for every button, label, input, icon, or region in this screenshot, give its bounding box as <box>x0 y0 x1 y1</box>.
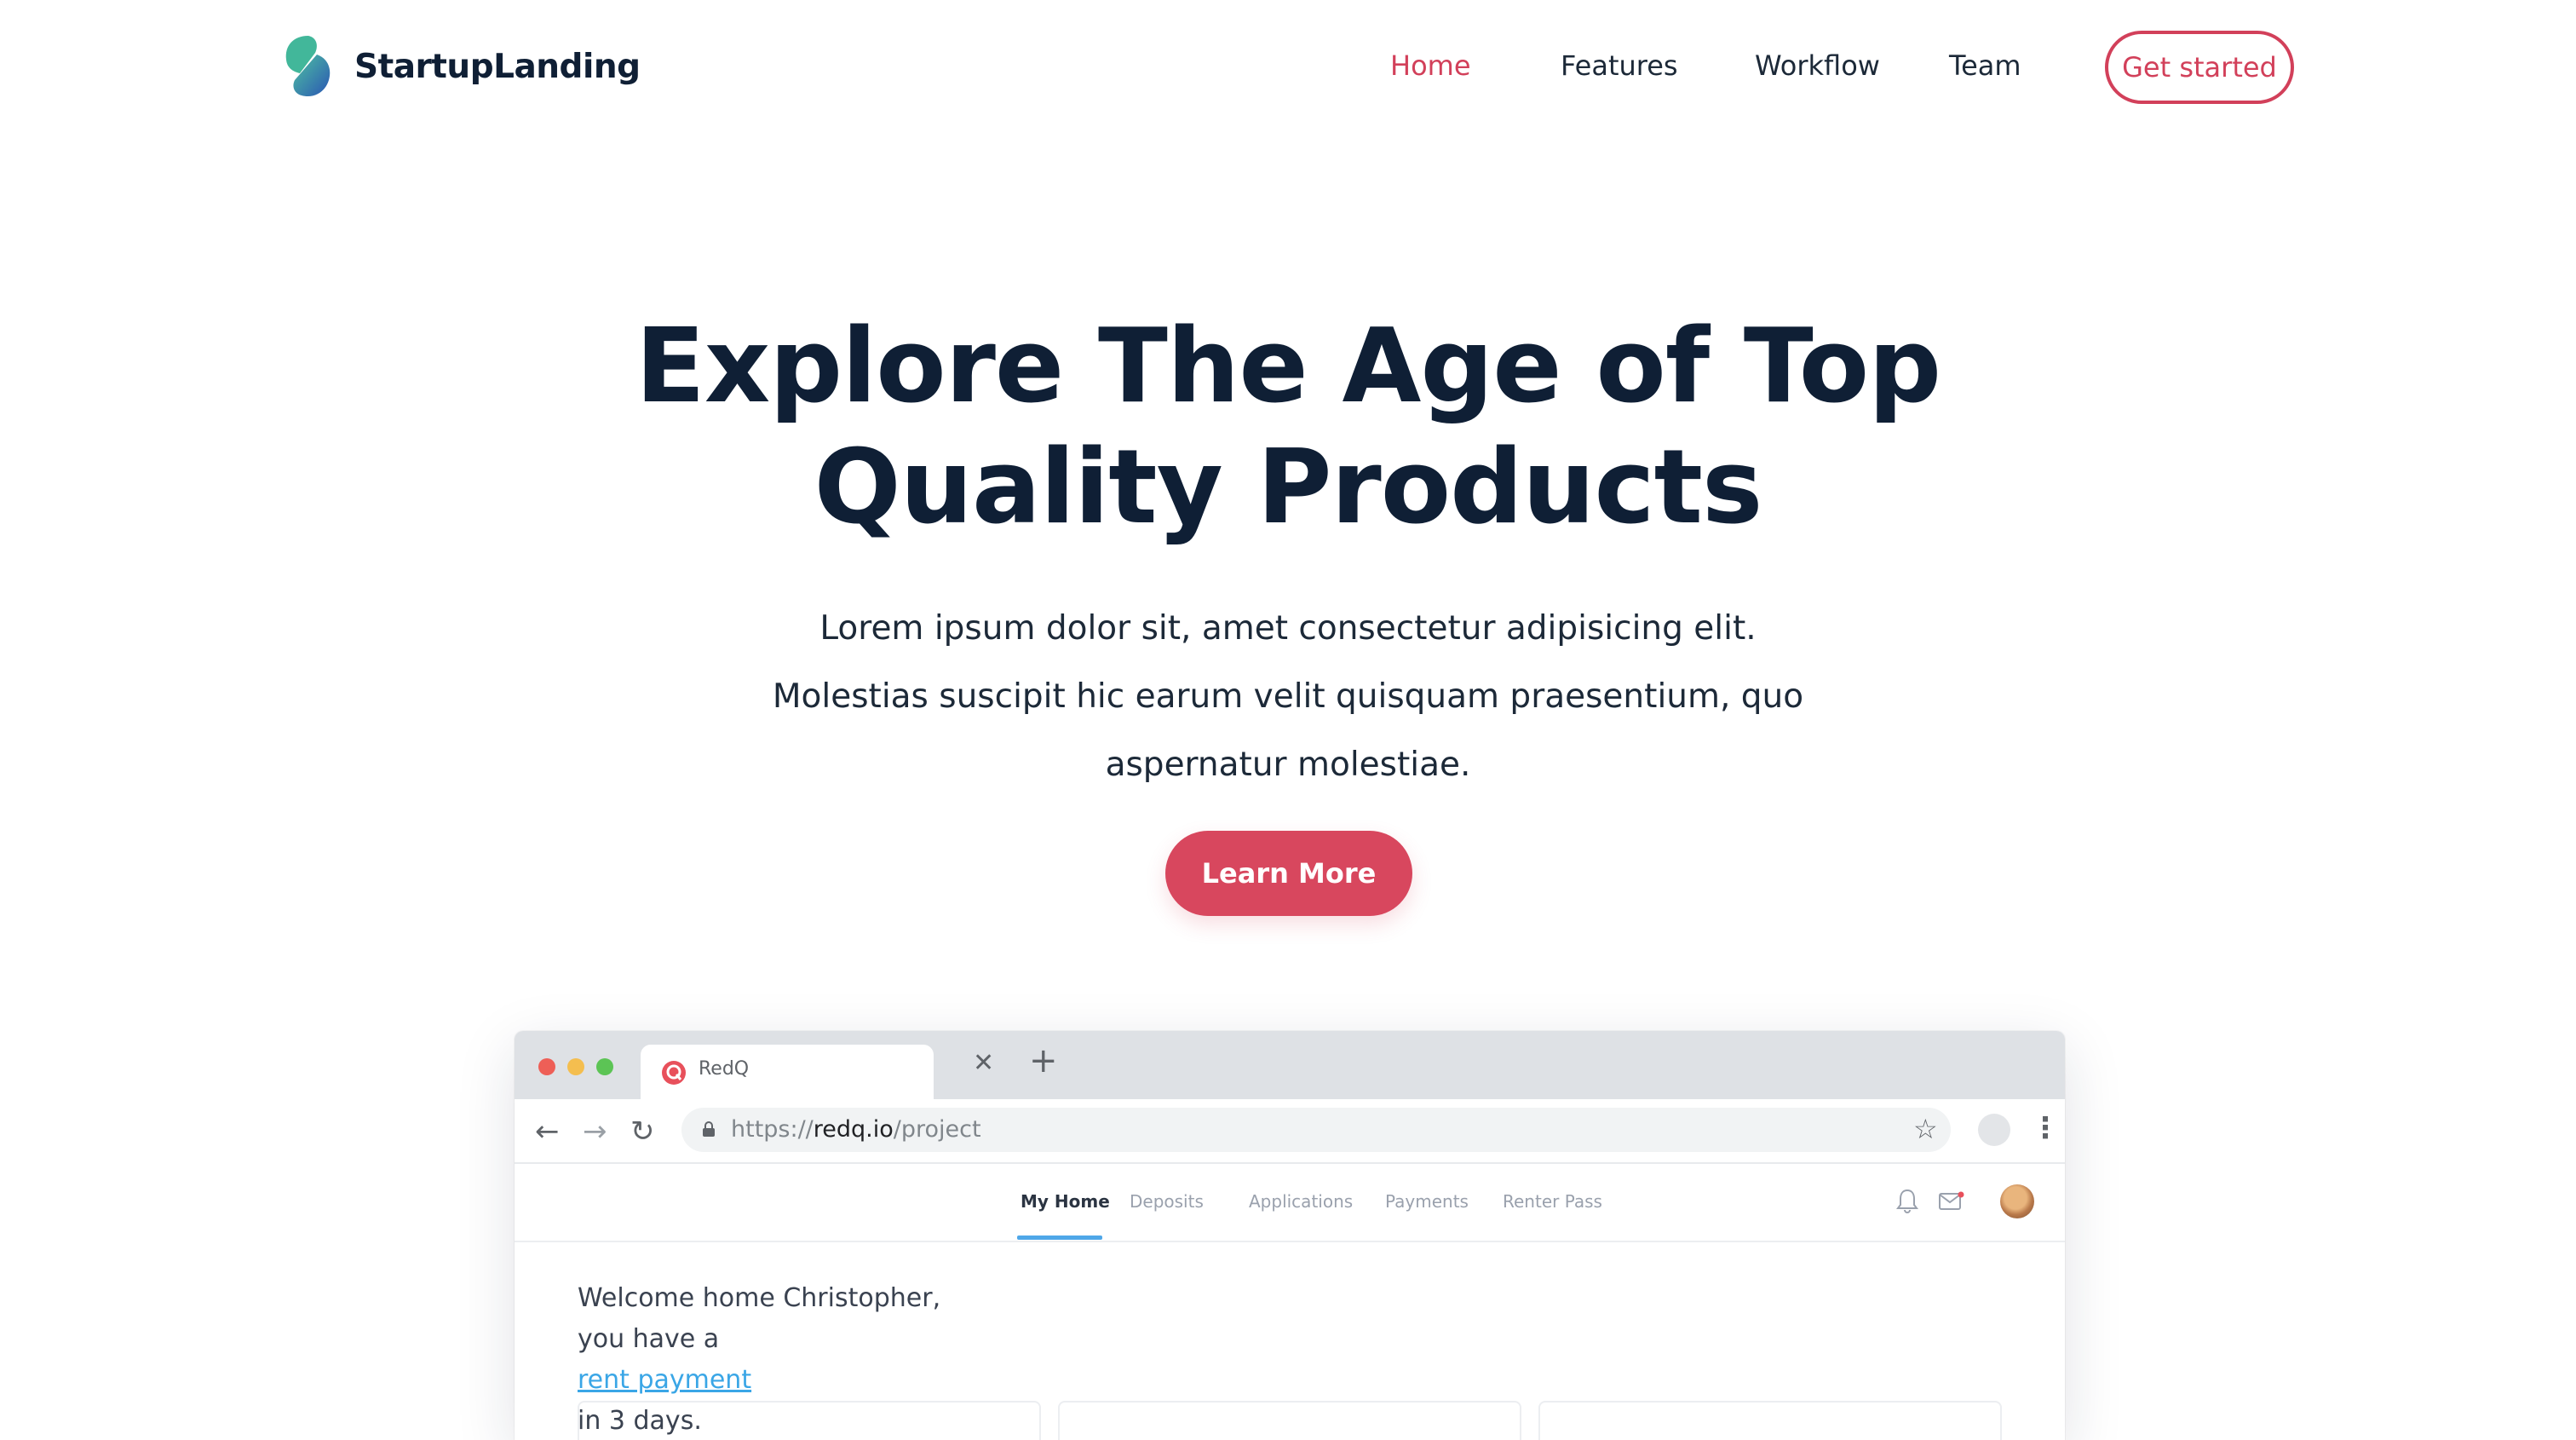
app-nav-my-home: My Home <box>1021 1191 1110 1212</box>
rent-payment-link: rent payment <box>578 1365 752 1395</box>
back-arrow-icon: ← <box>535 1115 560 1149</box>
app-nav-active-indicator <box>1017 1236 1102 1240</box>
welcome-prefix: you have a <box>578 1324 720 1354</box>
hero-text-line-1: Lorem ipsum dolor sit, amet consectetur … <box>819 609 1757 648</box>
bell-icon <box>1896 1189 1918 1213</box>
bookmark-star-icon: ☆ <box>1913 1113 1938 1145</box>
redq-favicon-icon <box>662 1061 686 1085</box>
browser-mockup-image: RedQ ✕ + ← → ↻ https://redq.io/project ☆… <box>515 1031 2065 1440</box>
site-header: StartupLanding Home Features Workflow Te… <box>0 0 2576 136</box>
dashboard-card-1 <box>578 1401 1041 1440</box>
app-nav: My Home Deposits Applications Payments R… <box>515 1164 2065 1242</box>
hero-text-line-3: aspernatur molestiae. <box>1105 746 1471 784</box>
browser-profile-icon <box>1978 1114 2010 1146</box>
app-nav-renter-pass: Renter Pass <box>1503 1191 1602 1212</box>
hero-title: Explore The Age of Top Quality Products <box>0 307 2576 549</box>
hero-description: Lorem ipsum dolor sit, amet consectetur … <box>0 595 2576 799</box>
nav-features-link[interactable]: Features <box>1561 49 1678 82</box>
url-host: redq.io <box>813 1116 894 1143</box>
browser-tab: RedQ <box>641 1045 934 1099</box>
browser-tab-bar: RedQ ✕ + <box>515 1031 2065 1099</box>
new-tab-icon: + <box>1029 1041 1058 1080</box>
app-nav-applications: Applications <box>1249 1191 1354 1212</box>
dashboard-card-2 <box>1058 1401 1521 1440</box>
browser-tab-title: RedQ <box>699 1058 750 1080</box>
window-maximize-dot <box>596 1058 613 1075</box>
hero-text-line-2: Molestias suscipit hic earum velit quisq… <box>772 677 1804 716</box>
welcome-line-1: Welcome home Christopher, <box>578 1283 941 1313</box>
window-minimize-dot <box>567 1058 584 1075</box>
tab-close-icon: ✕ <box>973 1048 995 1078</box>
url-path: /project <box>893 1116 981 1143</box>
learn-more-button[interactable]: Learn More <box>1165 831 1412 916</box>
app-nav-deposits: Deposits <box>1130 1191 1204 1212</box>
browser-toolbar: ← → ↻ https://redq.io/project ☆ ⋮ <box>515 1099 2065 1164</box>
lock-icon <box>703 1121 715 1137</box>
get-started-button[interactable]: Get started <box>2105 31 2294 104</box>
hero-title-line-2: Quality Products <box>814 429 1763 547</box>
url-scheme: https:// <box>731 1116 814 1143</box>
address-bar: https://redq.io/project ☆ <box>681 1108 1951 1152</box>
window-close-dot <box>538 1058 555 1075</box>
nav-team-link[interactable]: Team <box>1949 49 2021 82</box>
dashboard-card-3 <box>1538 1401 2002 1440</box>
hero-title-line-1: Explore The Age of Top <box>635 308 1941 426</box>
user-avatar <box>2000 1184 2034 1218</box>
nav-home-link[interactable]: Home <box>1390 49 1471 82</box>
address-url: https://redq.io/project <box>731 1116 981 1143</box>
reload-icon: ↻ <box>630 1115 655 1149</box>
app-nav-payments: Payments <box>1385 1191 1469 1212</box>
browser-menu-icon: ⋮ <box>2031 1111 2060 1145</box>
mail-icon <box>1939 1191 1964 1210</box>
forward-arrow-icon: → <box>583 1115 607 1149</box>
nav-workflow-link[interactable]: Workflow <box>1755 49 1880 82</box>
